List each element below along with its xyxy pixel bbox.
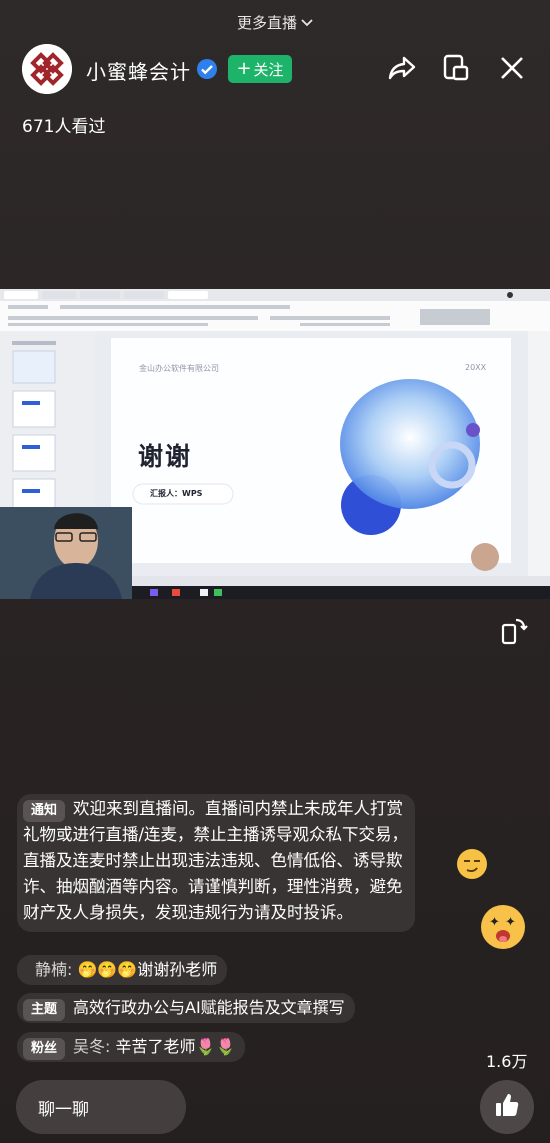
follow-label: 关注 [253,60,284,79]
viewer-count: 671人看过 [22,117,106,137]
chat-input[interactable]: 聊一聊 [16,1080,186,1134]
starstruck-emoji-icon: ✦ ✦ [480,904,526,950]
like-count: 1.6万 [486,1052,528,1071]
float-window-icon[interactable] [440,52,472,84]
chat-text: 🤭🤭🤭谢谢孙老师 [77,960,218,979]
chat-text: 辛苦了老师🌷🌷 [115,1037,236,1056]
topic-message: 主题 高效行政办公与AI赋能报告及文章撰写 [17,993,355,1023]
notice-tag: 通知 [23,800,66,822]
slide-year: 20XX [465,363,487,372]
live-video[interactable]: 金山办公软件有限公司 20XX 谢谢 汇报人：WPS [0,289,550,599]
fan-tag: 粉丝 [23,1038,66,1060]
plus-icon: + [236,58,252,79]
close-icon[interactable] [496,52,528,84]
chat-username: 吴冬: [73,1037,111,1056]
chat-input-placeholder: 聊一聊 [38,1099,89,1120]
chevron-down-icon [301,16,313,30]
slide-title: 谢谢 [138,442,193,471]
notice-message: 通知 欢迎来到直播间。直播间内禁止未成年人打赏礼物或进行直播/连麦，禁止主播诱导观… [17,794,415,932]
chat-username: 静楠: [35,960,73,979]
follow-button[interactable]: + 关注 [228,55,292,83]
notice-text: 欢迎来到直播间。直播间内禁止未成年人打赏礼物或进行直播/连麦，禁止主播诱导观众私… [23,799,409,922]
thumbs-up-icon [493,1091,521,1123]
topic-tag: 主题 [23,999,66,1021]
svg-text:✦: ✦ [505,915,516,930]
smirk-emoji-icon [456,848,488,880]
rotate-screen-icon[interactable] [498,616,528,646]
chat-message[interactable]: 静楠: 🤭🤭🤭谢谢孙老师 [17,955,228,985]
like-button[interactable] [480,1080,534,1134]
share-icon[interactable] [386,52,418,84]
chat-message-fan[interactable]: 粉丝 吴冬: 辛苦了老师🌷🌷 [17,1032,246,1062]
host-avatar[interactable] [22,44,72,94]
slide-reporter: 汇报人：WPS [150,489,203,498]
more-live-button[interactable]: 更多直播 [0,12,550,33]
slide-company: 金山办公软件有限公司 [139,364,219,373]
verified-icon [196,58,218,80]
host-name[interactable]: 小蜜蜂会计 [86,56,191,85]
svg-text:✦: ✦ [489,915,500,930]
more-live-label: 更多直播 [236,14,297,32]
topic-text: 高效行政办公与AI赋能报告及文章撰写 [73,998,345,1017]
